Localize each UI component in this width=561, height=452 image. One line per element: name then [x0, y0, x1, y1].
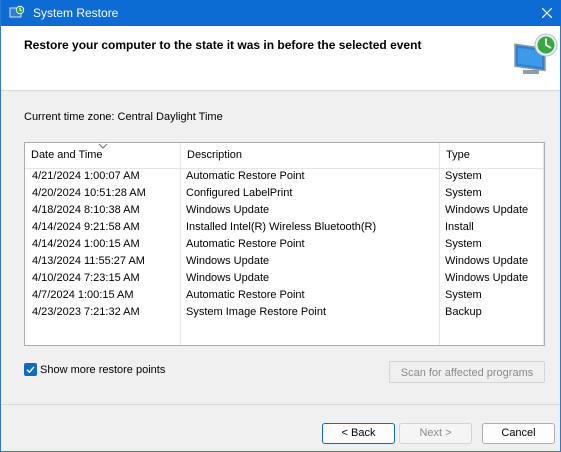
checkmark-icon [26, 366, 35, 374]
title-bar: System Restore [1, 0, 561, 26]
close-icon [542, 8, 552, 18]
close-button[interactable] [532, 0, 561, 26]
cell-type: System [445, 238, 482, 250]
cell-description: Installed Intel(R) Wireless Bluetooth(R) [186, 221, 377, 233]
list-rows: 4/21/2024 1:00:07 AM Automatic Restore Po… [25, 168, 544, 321]
table-row[interactable]: 4/7/2024 1:00:15 AM Automatic Restore Poi… [25, 287, 544, 304]
column-header-type[interactable]: Type [440, 143, 544, 168]
restore-points-list[interactable]: Date and Time Description Type 4/21/2024… [24, 142, 545, 346]
cell-date: 4/23/2023 7:21:32 AM [32, 306, 140, 318]
cell-type: System [445, 187, 482, 199]
cell-date: 4/13/2024 11:55:27 AM [32, 255, 145, 267]
system-restore-icon [9, 5, 25, 21]
table-row[interactable]: 4/14/2024 1:00:15 AM Automatic Restore Po… [25, 236, 544, 253]
cell-date: 4/7/2024 1:00:15 AM [32, 289, 134, 301]
table-row[interactable]: 4/14/2024 9:21:58 AM Installed Intel(R) W… [25, 219, 544, 236]
table-row[interactable]: 4/18/2024 8:10:38 AM Windows Update Window… [25, 202, 544, 219]
cell-date: 4/20/2024 10:51:28 AM [32, 187, 146, 199]
show-more-label[interactable]: Show more restore points [40, 364, 165, 376]
cell-type: System [445, 170, 482, 182]
cell-description: Automatic Restore Point [186, 289, 305, 301]
table-row[interactable]: 4/13/2024 11:55:27 AM Windows Update Windo… [25, 253, 544, 270]
cell-type: Install [445, 221, 474, 233]
cell-date: 4/14/2024 1:00:15 AM [32, 238, 140, 250]
cell-description: Automatic Restore Point [186, 238, 305, 250]
table-row[interactable]: 4/20/2024 10:51:28 AM Configured LabelPri… [25, 185, 544, 202]
cell-description: Configured LabelPrint [186, 187, 293, 199]
column-header-description[interactable]: Description [181, 143, 440, 168]
cell-description: Automatic Restore Point [186, 170, 305, 182]
cell-type: System [445, 289, 482, 301]
cell-type: Backup [445, 306, 482, 318]
cancel-button[interactable]: Cancel [482, 423, 555, 444]
cell-date: 4/10/2024 7:23:15 AM [32, 272, 140, 284]
sort-descending-icon [98, 143, 108, 149]
table-row[interactable]: 4/10/2024 7:23:15 AM Windows Update Window… [25, 270, 544, 287]
next-button[interactable]: Next > [399, 423, 472, 444]
cell-type: Windows Update [445, 255, 529, 267]
show-more-checkbox[interactable] [24, 363, 37, 376]
cell-date: 4/21/2024 1:00:07 AM [32, 170, 140, 182]
system-restore-window: System Restore Restore your computer to … [0, 0, 561, 452]
footer-divider [1, 404, 560, 405]
list-header: Date and Time Description Type [25, 143, 544, 169]
timezone-label: Current time zone: Central Daylight Time [24, 111, 223, 123]
table-row[interactable]: 4/21/2024 1:00:07 AM Automatic Restore Po… [25, 168, 544, 185]
cell-type: Windows Update [445, 272, 529, 284]
cell-description: Windows Update [186, 204, 270, 216]
cell-date: 4/14/2024 9:21:58 AM [32, 221, 140, 233]
back-button[interactable]: < Back [322, 423, 395, 444]
cell-type: Windows Update [445, 204, 529, 216]
page-title: Restore your computer to the state it wa… [24, 38, 422, 52]
cell-description: System Image Restore Point [186, 306, 327, 318]
cell-description: Windows Update [186, 255, 270, 267]
cell-description: Windows Update [186, 272, 270, 284]
cell-date: 4/18/2024 8:10:38 AM [32, 204, 140, 216]
system-restore-monitor-icon [513, 32, 559, 78]
scan-affected-programs-button[interactable]: Scan for affected programs [389, 361, 545, 383]
header-panel: Restore your computer to the state it wa… [1, 26, 560, 91]
window-title: System Restore [33, 6, 119, 20]
table-row[interactable]: 4/23/2023 7:21:32 AM System Image Restore… [25, 304, 544, 321]
